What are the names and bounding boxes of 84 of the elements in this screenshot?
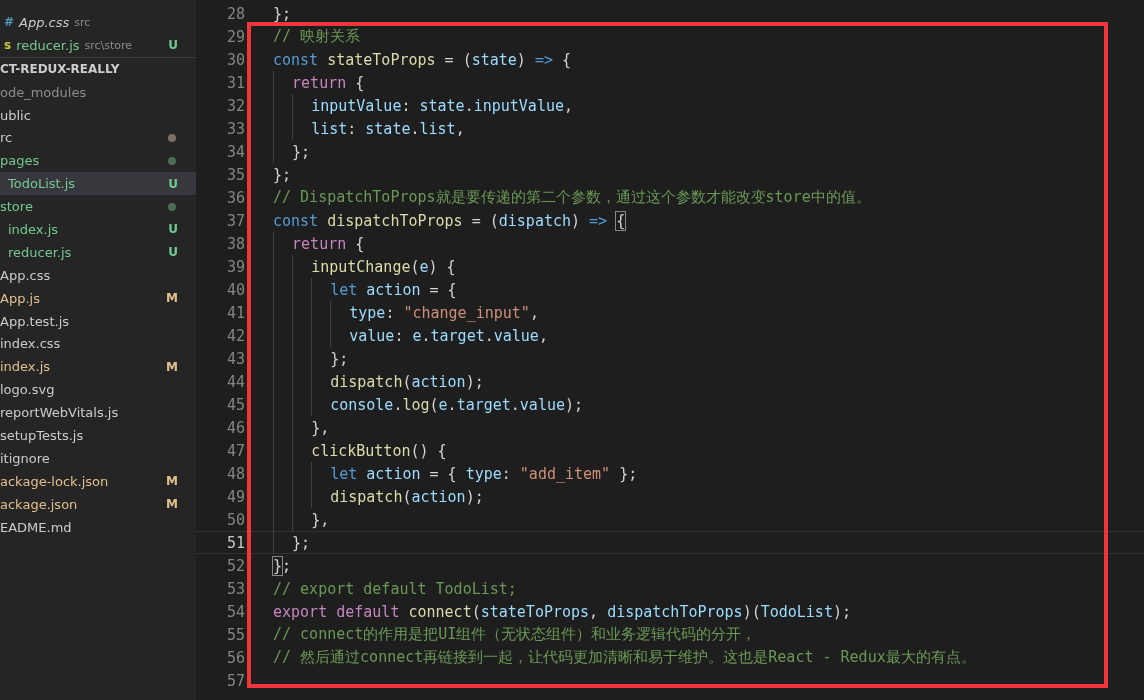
code-line: // 映射关系 bbox=[273, 26, 361, 47]
line-number: 45 bbox=[225, 395, 245, 414]
file-tree-item[interactable]: reducer.js U bbox=[0, 240, 196, 264]
line-number: 29 bbox=[225, 27, 245, 46]
file-tree-item[interactable]: ackage-lock.json M bbox=[0, 469, 196, 493]
line-number: 44 bbox=[225, 372, 245, 391]
file-tree-item[interactable]: itignore bbox=[0, 446, 196, 470]
open-editor-item[interactable]: # App.css src bbox=[0, 11, 196, 34]
code-line: // export default TodoList; bbox=[273, 578, 517, 600]
file-tree-item[interactable]: logo.svg bbox=[0, 378, 196, 402]
file-tree-item[interactable]: store bbox=[0, 195, 196, 218]
file-tree-item[interactable]: TodoList.js U bbox=[0, 172, 196, 196]
line-number: 40 bbox=[225, 280, 245, 299]
code-line: // DispatchToProps就是要传递的第二个参数，通过这个参数才能改变store中的值。 bbox=[273, 187, 871, 208]
code-line: const dispatchToProps = (dispatch) => { bbox=[273, 210, 626, 232]
code-line: }; bbox=[273, 3, 292, 25]
line-number: 35 bbox=[225, 165, 245, 184]
code-line: type: "change_input", bbox=[273, 301, 539, 324]
code-line: }; bbox=[273, 347, 349, 370]
project-title[interactable]: CT-REDUX-REALLY bbox=[0, 57, 196, 81]
code-line: clickButton() { bbox=[273, 439, 447, 462]
line-number: 42 bbox=[225, 326, 245, 345]
line-number: 57 bbox=[225, 671, 245, 690]
line-number: 43 bbox=[225, 349, 245, 368]
file-tree-item[interactable]: index.js M bbox=[0, 355, 196, 379]
line-number: 49 bbox=[225, 487, 245, 506]
line-number: 41 bbox=[225, 303, 245, 322]
file-tree-item[interactable]: ublic bbox=[0, 103, 196, 127]
line-number: 46 bbox=[225, 418, 245, 437]
line-number: 47 bbox=[225, 441, 245, 460]
code-line: dispatch(action); bbox=[273, 485, 484, 508]
file-tree-item[interactable]: index.js U bbox=[0, 218, 196, 241]
line-number: 53 bbox=[225, 579, 245, 598]
code-line: inputValue: state.inputValue, bbox=[273, 94, 574, 117]
file-tree-item[interactable]: ackage.json M bbox=[0, 492, 196, 516]
file-tree-item[interactable]: setupTests.js bbox=[0, 424, 196, 447]
line-number: 51 bbox=[225, 533, 245, 552]
code-line: }; bbox=[273, 531, 311, 554]
line-number: 32 bbox=[225, 96, 245, 115]
code-line: return { bbox=[273, 71, 365, 94]
file-tree-item[interactable]: App.css bbox=[0, 263, 196, 287]
code-line: }; bbox=[273, 555, 292, 577]
line-number: 52 bbox=[225, 556, 245, 575]
code-line: }; bbox=[273, 164, 292, 186]
code-line: let action = { type: "add_item" }; bbox=[273, 462, 638, 485]
code-line: value: e.target.value, bbox=[273, 324, 548, 347]
line-number: 56 bbox=[225, 648, 245, 667]
code-line: console.log(e.target.value); bbox=[273, 393, 584, 416]
file-icon: # bbox=[4, 15, 15, 30]
line-number: 39 bbox=[225, 257, 245, 276]
line-number: 55 bbox=[225, 625, 245, 644]
line-number: 50 bbox=[225, 510, 245, 529]
file-tree-item[interactable]: App.js M bbox=[0, 286, 196, 310]
file-tree-item[interactable]: EADME.md bbox=[0, 515, 196, 539]
file-icon: s bbox=[4, 38, 12, 53]
line-number: 36 bbox=[225, 188, 245, 207]
code-line: const stateToProps = (state) => { bbox=[273, 49, 572, 71]
code-line: return { bbox=[273, 232, 365, 255]
line-number: 30 bbox=[225, 50, 245, 69]
line-number: 31 bbox=[225, 73, 245, 92]
file-tree-item[interactable]: ode_modules bbox=[0, 80, 196, 104]
line-number: 28 bbox=[225, 4, 245, 23]
code-line: }, bbox=[273, 416, 330, 439]
code-line: export default connect(stateToProps, dispatchToProps)(TodoList); bbox=[273, 601, 851, 623]
line-number: 48 bbox=[225, 464, 245, 483]
line-number: 33 bbox=[225, 119, 245, 138]
code-line: dispatch(action); bbox=[273, 370, 484, 393]
code-line: inputChange(e) { bbox=[273, 255, 456, 278]
code-line: // 然后通过connect再链接到一起，让代码更加清晰和易于维护。这也是React - Redux最大的有点。 bbox=[273, 647, 976, 668]
code-line: // connect的作用是把UI组件（无状态组件）和业务逻辑代码的分开， bbox=[273, 624, 757, 645]
code-line: let action = { bbox=[273, 278, 457, 301]
code-line: }, bbox=[273, 508, 330, 531]
file-tree-item[interactable]: reportWebVitals.js bbox=[0, 401, 196, 425]
code-line: list: state.list, bbox=[273, 117, 465, 140]
code-line: }; bbox=[273, 140, 311, 163]
file-tree-item[interactable]: index.css bbox=[0, 332, 196, 356]
line-number: 54 bbox=[225, 602, 245, 621]
line-number: 34 bbox=[225, 142, 245, 161]
open-editor-item[interactable]: s reducer.js src\store U bbox=[0, 33, 196, 57]
line-number: 38 bbox=[225, 234, 245, 253]
file-tree-item[interactable]: rc bbox=[0, 126, 196, 150]
line-number: 37 bbox=[225, 211, 245, 230]
file-tree-item[interactable]: pages bbox=[0, 149, 196, 173]
file-tree-item[interactable]: App.test.js bbox=[0, 309, 196, 333]
